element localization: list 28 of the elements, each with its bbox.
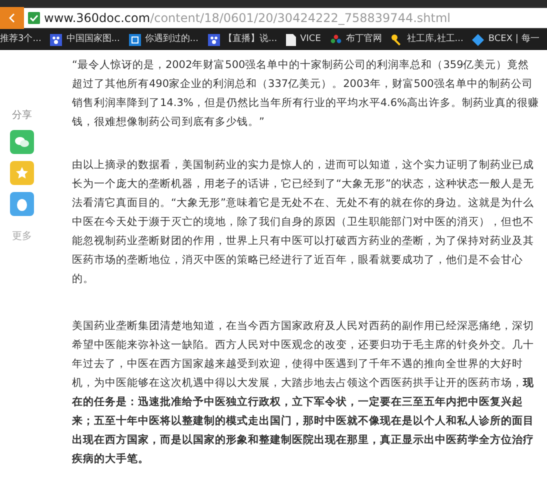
article-paragraph: 美国药业垄断集团清楚地知道，在当今西方国家政府及人民对西药的副作用已经深恶痛绝，深切希望中医能来弥补这一缺陷。西方人民对中医观念的改变，还要归功于毛主席的针灸外交。几十年过去了，中医在西方国家越来越受到欢迎，使得中医遇到了千年不遇的推向全世界的大好时机，为中医能够在这次机遇中得以大发展，大踏步地去占领这个西医药拱手让开的医药市场，现在的任务是：迅速批准给予中医独立行政权，立下军令状，一定要在三至五年内把中医复兴起来；五至十年中医将以整建制的模式走出国门，那时中医就不像现在是以个人和私人诊所的面目出现在西方国家，而是以国家的形象和整建制医院出现在那里，真正显示出中医药学全方位治疗疾病的大手笔。 xyxy=(72,319,535,467)
address-field[interactable]: www.360doc.com/content/18/0601/20/30424222_758839744.shtml xyxy=(24,8,547,28)
key-icon xyxy=(390,34,403,46)
diamond-icon xyxy=(472,34,484,46)
bookmark-link[interactable]: BCEX | 每一 xyxy=(488,32,540,46)
favorite-button[interactable] xyxy=(10,161,34,185)
qzone-share-button[interactable] xyxy=(10,192,34,216)
star-icon xyxy=(16,167,28,179)
secure-check-icon xyxy=(28,12,40,24)
chat-bubbles-icon xyxy=(15,136,29,148)
article-paragraph: “最令人惊讶的是，2002年财富500强名单中的十家制药公司的利润率总和（359亿美元）竟然超过了其他所有490家企业的利润总和（337亿美元）。2003年，财富500强名单中的制药公司销售利润率降到了14.3%，但是仍然比当年所有行业的平均水平4.6%高出许多。制药业真的很赚钱，很难想像制药公司到底有多少钱。” xyxy=(72,58,540,130)
flower-icon xyxy=(330,34,342,46)
bookmark-link[interactable]: VICE xyxy=(300,32,321,46)
bookmark-link[interactable]: 中国国家图... xyxy=(66,32,120,46)
back-button[interactable] xyxy=(0,7,24,29)
square-logo-icon xyxy=(128,34,141,46)
page-icon xyxy=(286,34,296,46)
bookmark-link[interactable]: 布丁官网 xyxy=(346,32,382,46)
bookmark-link[interactable]: 你遇到过的... xyxy=(144,32,198,46)
bookmark-link[interactable]: 推荐3个... xyxy=(0,32,42,46)
paw-icon xyxy=(50,34,62,46)
wechat-share-button[interactable] xyxy=(10,130,34,154)
paw-icon xyxy=(208,34,220,46)
url-text: www.360doc.com/content/18/0601/20/30424222_758839744.shtml xyxy=(44,10,450,27)
share-label: 分享 xyxy=(12,108,32,123)
article-paragraph: 由以上摘录的数据看，美国制药业的实力是惊人的，进而可以知道，这个实力证明了制药业已成长为一个庞大的垄断机器，用老子的话讲，它已经到了“大象无形”的状态，这种状态一般人是无法看清它真面目的。“大象无形”意味着它是无处不在、无处不有的就在你的身边。这就是为什么中医在今天处于濒于灭亡的境地，除了我们自身的原因（卫生职能部门对中医的消灭），但也不能忽视制药业垄断财团的作用，世界上只有中医可以打破西方药业的垄断，为了保持对药业及其医药市场的垄断地位，消灭中医的策略已经进行了近百年，眼看就要成功了，他们是不会甘心的。 xyxy=(72,158,535,287)
bookmark-link[interactable]: 【直播】说... xyxy=(224,32,278,46)
bookmark-link[interactable]: 社工库,社工... xyxy=(406,32,464,46)
